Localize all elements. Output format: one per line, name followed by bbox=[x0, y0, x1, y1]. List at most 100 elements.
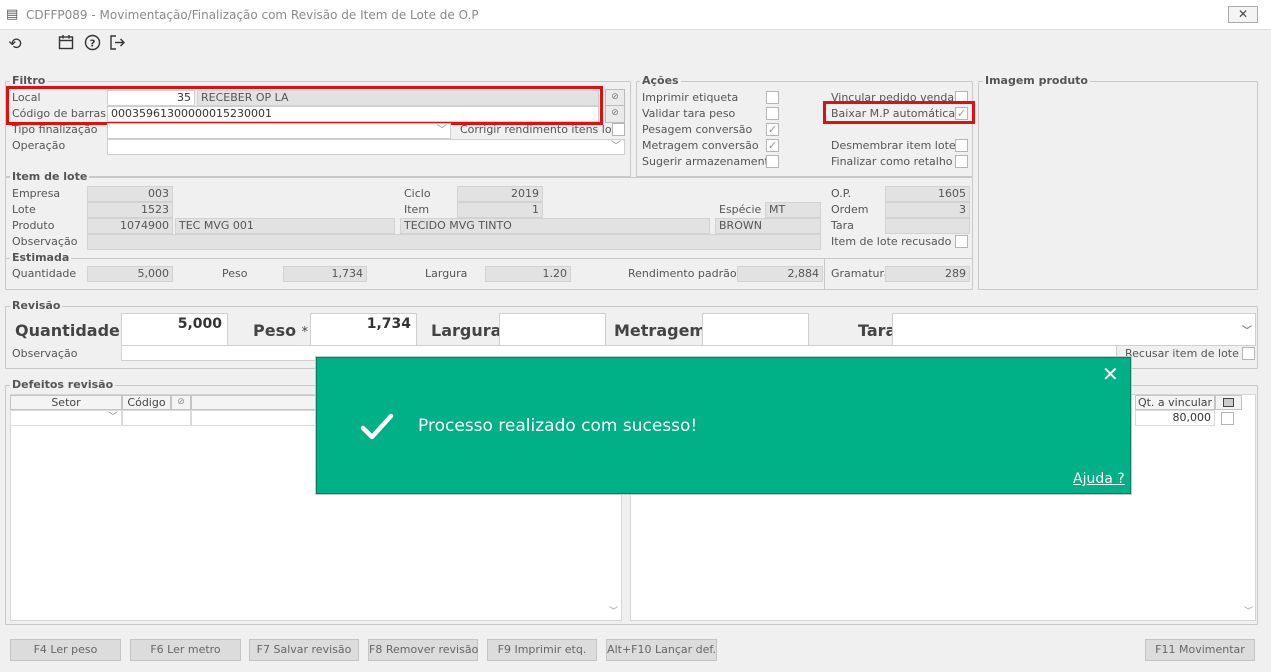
scroll-down-icon[interactable]: ﹀ bbox=[1244, 604, 1253, 617]
operacao-label: Operação bbox=[12, 139, 66, 152]
refresh-icon[interactable]: ⟲ bbox=[5, 34, 25, 54]
ciclo-label: Ciclo bbox=[404, 187, 431, 200]
largura-rev-input[interactable] bbox=[499, 313, 606, 346]
imagem-produto-legend: Imagem produto bbox=[983, 74, 1090, 87]
sugerir-armazenamento-label: Sugerir armazenamento bbox=[642, 155, 776, 168]
success-toast: Processo realizado com sucesso! ✕ Ajuda … bbox=[316, 357, 1131, 494]
window-title: CDFFP089 - Movimentação/Finalização com … bbox=[26, 8, 479, 22]
tipo-finalizacao-select[interactable]: ﹀ bbox=[107, 123, 451, 139]
highlight-box-baixar bbox=[823, 101, 975, 124]
tara-item-field bbox=[885, 218, 970, 234]
quantidade-est-field: 5,000 bbox=[87, 266, 173, 282]
item-recusado-checkbox[interactable] bbox=[955, 235, 968, 248]
barcode-search-button[interactable]: ⊘ bbox=[605, 105, 625, 123]
item-desc-field: TECIDO MVG TINTO bbox=[400, 218, 710, 234]
metragem-rev-input[interactable] bbox=[702, 313, 809, 346]
toast-close-icon[interactable]: ✕ bbox=[1102, 364, 1119, 384]
search-icon: ⊘ bbox=[177, 397, 185, 407]
close-icon: ✕ bbox=[1237, 7, 1249, 21]
produto-label: Produto bbox=[12, 219, 55, 232]
estimada-divider bbox=[6, 258, 972, 259]
title-bar: ▤ CDFFP089 - Movimentação/Finalização co… bbox=[0, 0, 1271, 30]
tara-rev-select[interactable]: ﹀ bbox=[892, 313, 1256, 346]
col-search[interactable]: ⊘ bbox=[171, 395, 191, 410]
app-document-icon: ▤ bbox=[6, 7, 19, 22]
defeitos-legend: Defeitos revisão bbox=[10, 378, 116, 391]
chevron-down-icon: ﹀ bbox=[611, 141, 621, 152]
qt-vincular-cell[interactable]: 80,000 bbox=[1135, 410, 1215, 426]
imagem-produto-group bbox=[978, 81, 1258, 290]
observacao-rev-label: Observação bbox=[12, 347, 78, 360]
peso-rev-input[interactable]: 1,734 bbox=[310, 313, 417, 346]
ordem-field: 3 bbox=[885, 202, 970, 218]
metragem-conversao-checkbox[interactable]: ✓ bbox=[766, 139, 779, 152]
finalizar-retalho-checkbox[interactable] bbox=[955, 155, 968, 168]
especie-desc-field: BROWN bbox=[715, 218, 821, 234]
col-qt-vincular[interactable]: Qt. a vincular bbox=[1135, 395, 1215, 410]
select-all-icon bbox=[1223, 398, 1234, 407]
tara-rev-label: Tara bbox=[858, 321, 897, 340]
f11-movimentar-button[interactable]: F11 Movimentar bbox=[1145, 639, 1255, 661]
col-codigo[interactable]: Código bbox=[122, 395, 171, 410]
validar-tara-label: Validar tara peso bbox=[642, 107, 736, 120]
lote-label: Lote bbox=[12, 203, 36, 216]
ciclo-field: 2019 bbox=[457, 186, 543, 202]
toast-message: Processo realizado com sucesso! bbox=[418, 416, 698, 436]
estimada-legend: Estimada bbox=[10, 251, 72, 264]
peso-est-field: 1,734 bbox=[283, 266, 367, 282]
acoes-legend: Ações bbox=[640, 74, 681, 87]
tara-item-label: Tara bbox=[831, 219, 854, 232]
imprimir-etiqueta-checkbox[interactable] bbox=[766, 91, 779, 104]
chevron-down-icon: ﹀ bbox=[1242, 326, 1252, 337]
exit-icon[interactable] bbox=[107, 34, 127, 54]
toast-help-link[interactable]: Ajuda ? bbox=[1073, 471, 1125, 487]
row-select-checkbox[interactable] bbox=[1221, 412, 1234, 425]
help-icon[interactable]: ? bbox=[82, 34, 102, 54]
corrigir-rendimento-label: Corrigir rendimento itens lote bbox=[460, 123, 623, 136]
peso-rev-label: Peso * bbox=[253, 321, 309, 340]
imprimir-etiqueta-label: Imprimir etiqueta bbox=[642, 91, 739, 104]
col-setor[interactable]: Setor bbox=[10, 395, 122, 410]
quantidade-rev-input[interactable]: 5,000 bbox=[121, 313, 228, 346]
largura-est-label: Largura bbox=[425, 267, 468, 280]
peso-est-label: Peso bbox=[222, 267, 248, 280]
window-close-button[interactable]: ✕ bbox=[1228, 6, 1258, 23]
item-recusado-label: Item de lote recusado bbox=[831, 235, 952, 248]
observacao-item-field bbox=[87, 234, 821, 250]
largura-est-field: 1.20 bbox=[485, 266, 571, 282]
operacao-select[interactable]: ﹀ bbox=[107, 139, 625, 155]
produto-code-field: 1074900 bbox=[87, 218, 173, 234]
chevron-down-icon: ﹀ bbox=[108, 412, 118, 423]
svg-text:?: ? bbox=[89, 39, 95, 50]
metragem-conversao-label: Metragem conversão bbox=[642, 139, 759, 152]
especie-field: MT bbox=[765, 202, 821, 218]
corrigir-rendimento-checkbox[interactable] bbox=[612, 123, 625, 136]
recusar-item-label: Recusar item de lote bbox=[1125, 347, 1239, 360]
rendimento-field: 2,884 bbox=[737, 266, 823, 282]
sugerir-armazenamento-checkbox[interactable] bbox=[766, 155, 779, 168]
recusar-item-checkbox[interactable] bbox=[1242, 347, 1255, 360]
search-icon: ⊘ bbox=[611, 108, 619, 118]
setor-cell[interactable]: ﹀ bbox=[10, 410, 122, 426]
item-lote-legend: Item de lote bbox=[10, 170, 90, 183]
pesagem-conversao-checkbox[interactable]: ✓ bbox=[766, 123, 779, 136]
revisao-legend: Revisão bbox=[10, 299, 63, 312]
especie-label: Espécie bbox=[719, 203, 762, 216]
altf10-lancar-def-button[interactable]: Alt+F10 Lançar def. bbox=[606, 639, 717, 661]
largura-rev-label: Largura bbox=[431, 321, 502, 340]
scroll-down-icon[interactable]: ﹀ bbox=[609, 604, 618, 617]
f9-imprimir-etq-button[interactable]: F9 Imprimir etq. bbox=[487, 639, 597, 661]
f4-ler-peso-button[interactable]: F4 Ler peso bbox=[10, 639, 121, 661]
desmembrar-checkbox[interactable] bbox=[955, 139, 968, 152]
f8-remover-revisao-button[interactable]: F8 Remover revisão bbox=[368, 639, 478, 661]
empresa-field: 003 bbox=[87, 186, 173, 202]
col-select-all[interactable] bbox=[1215, 395, 1242, 410]
validar-tara-checkbox[interactable] bbox=[766, 107, 779, 120]
f7-salvar-revisao-button[interactable]: F7 Salvar revisão bbox=[249, 639, 359, 661]
metragem-rev-label: Metragem bbox=[614, 321, 707, 340]
produto-desc-field: TEC MVG 001 bbox=[175, 218, 395, 234]
item-label: Item bbox=[404, 203, 430, 216]
codigo-cell[interactable] bbox=[122, 410, 191, 426]
calendar-icon[interactable] bbox=[56, 34, 76, 54]
f6-ler-metro-button[interactable]: F6 Ler metro bbox=[130, 639, 241, 661]
